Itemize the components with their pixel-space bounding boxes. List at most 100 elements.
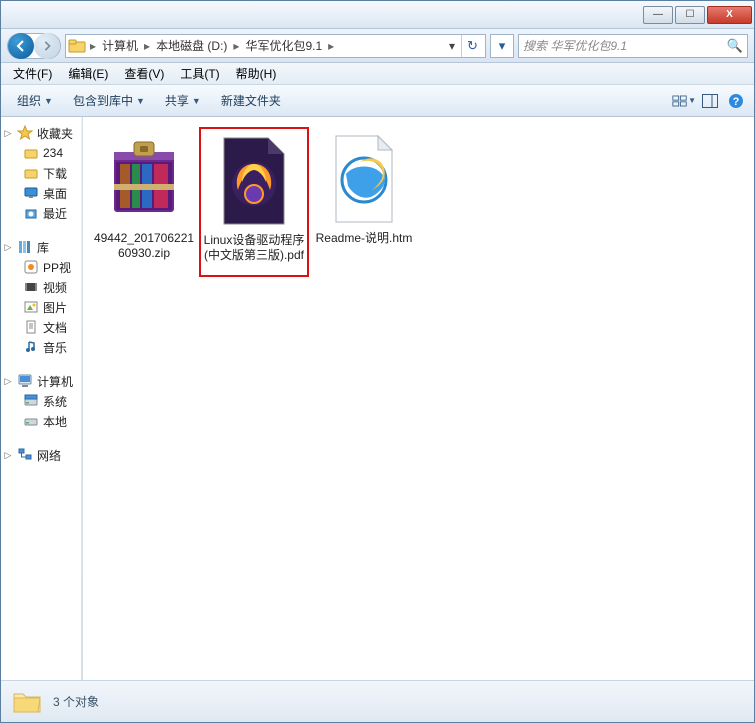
pdf-icon xyxy=(206,133,302,229)
sidebar-item[interactable]: 图片 xyxy=(1,297,82,317)
refresh-button[interactable]: ↻ xyxy=(461,35,483,57)
star-icon xyxy=(17,125,33,141)
sidebar-network-header[interactable]: ▷ 网络 xyxy=(1,445,82,465)
sidebar-item[interactable]: PP视 xyxy=(1,257,82,277)
file-item-pdf[interactable]: Linux设备驱动程序(中文版第三版).pdf xyxy=(199,127,309,277)
preview-pane-button[interactable] xyxy=(698,90,722,112)
breadcrumb-sep-icon: ▸ xyxy=(88,39,98,53)
sidebar-item-label: 图片 xyxy=(43,299,67,316)
sidebar-item-label: 文档 xyxy=(43,319,67,336)
chevron-down-icon: ▼ xyxy=(136,96,145,106)
sidebar: ▷ 收藏夹 234 下载 桌面 最近 ▷ 库 PP视 视频 xyxy=(1,117,83,680)
menu-view[interactable]: 查看(V) xyxy=(116,63,172,84)
htm-icon xyxy=(316,131,412,227)
maximize-button[interactable]: ☐ xyxy=(675,6,705,24)
close-button[interactable]: X xyxy=(707,6,752,24)
file-area[interactable]: 49442_20170622160930.zip Linux设备驱动程序(中文版 xyxy=(83,117,754,680)
title-bar: — ☐ X xyxy=(1,1,754,29)
toolbar-include-label: 包含到库中 xyxy=(73,92,133,109)
menu-bar: 文件(F) 编辑(E) 查看(V) 工具(T) 帮助(H) xyxy=(1,63,754,85)
sidebar-item[interactable]: 234 xyxy=(1,143,82,163)
file-name: Linux设备驱动程序(中文版第三版).pdf xyxy=(203,233,305,263)
sidebar-item-label: 最近 xyxy=(43,205,67,222)
sidebar-item[interactable]: 最近 xyxy=(1,203,82,223)
sidebar-item[interactable]: 视频 xyxy=(1,277,82,297)
sidebar-libraries-header[interactable]: ▷ 库 xyxy=(1,237,82,257)
toolbar-share[interactable]: 共享 ▼ xyxy=(155,88,211,113)
forward-button[interactable] xyxy=(34,33,60,59)
sidebar-item-label: 音乐 xyxy=(43,339,67,356)
sidebar-group-favorites: ▷ 收藏夹 234 下载 桌面 最近 xyxy=(1,123,82,223)
menu-file[interactable]: 文件(F) xyxy=(5,63,60,84)
breadcrumb-sep-icon: ▸ xyxy=(142,39,152,53)
sidebar-item-label: 系统 xyxy=(43,393,67,410)
sidebar-item-label: 视频 xyxy=(43,279,67,296)
explorer-window: — ☐ X ▸ 计算机 ▸ 本地磁盘 (D:) ▸ 华军优化包9.1 ▸ ▾ xyxy=(0,0,755,723)
toolbar-organize-label: 组织 xyxy=(17,92,41,109)
sidebar-item[interactable]: 文档 xyxy=(1,317,82,337)
breadcrumb-seg-drive[interactable]: 本地磁盘 (D:) xyxy=(152,35,231,57)
collapse-icon: ▷ xyxy=(3,242,13,253)
sidebar-group-libraries: ▷ 库 PP视 视频 图片 文档 音乐 xyxy=(1,237,82,357)
app-icon xyxy=(23,259,39,275)
sidebar-group-network: ▷ 网络 xyxy=(1,445,82,465)
menu-edit[interactable]: 编辑(E) xyxy=(60,63,116,84)
breadcrumb-seg-computer[interactable]: 计算机 xyxy=(98,35,142,57)
breadcrumb-sep-icon: ▸ xyxy=(326,39,336,53)
toolbar-include[interactable]: 包含到库中 ▼ xyxy=(63,88,155,113)
zip-icon xyxy=(96,131,192,227)
collapse-icon: ▷ xyxy=(3,450,13,461)
minimize-button[interactable]: — xyxy=(643,6,673,24)
network-icon xyxy=(17,447,33,463)
menu-tools[interactable]: 工具(T) xyxy=(172,63,227,84)
file-item-htm[interactable]: Readme-说明.htm xyxy=(309,127,419,277)
menu-help[interactable]: 帮助(H) xyxy=(228,63,285,84)
sidebar-item[interactable]: 桌面 xyxy=(1,183,82,203)
address-bar: ▸ 计算机 ▸ 本地磁盘 (D:) ▸ 华军优化包9.1 ▸ ▾ ↻ ▾ 搜索 … xyxy=(1,29,754,63)
breadcrumb-bar[interactable]: ▸ 计算机 ▸ 本地磁盘 (D:) ▸ 华军优化包9.1 ▸ ▾ ↻ xyxy=(65,34,486,58)
status-text: 3 个对象 xyxy=(53,693,99,710)
sidebar-item[interactable]: 本地 xyxy=(1,411,82,431)
music-icon xyxy=(23,339,39,355)
collapse-icon: ▷ xyxy=(3,128,13,139)
toolbar-newfolder[interactable]: 新建文件夹 xyxy=(211,88,291,113)
help-button[interactable]: ? xyxy=(724,90,748,112)
sidebar-favorites-header[interactable]: ▷ 收藏夹 xyxy=(1,123,82,143)
sidebar-computer-header[interactable]: ▷ 计算机 xyxy=(1,371,82,391)
breadcrumb-dropdown-icon[interactable]: ▾ xyxy=(443,39,461,53)
sidebar-libraries-label: 库 xyxy=(37,239,49,256)
view-options-button[interactable]: ▼ xyxy=(672,90,696,112)
search-icon[interactable]: 🔍 xyxy=(727,38,743,54)
svg-text:?: ? xyxy=(733,96,740,108)
video-icon xyxy=(23,279,39,295)
nav-buttons xyxy=(7,33,61,59)
drive-icon xyxy=(23,393,39,409)
body: ▷ 收藏夹 234 下载 桌面 最近 ▷ 库 PP视 视频 xyxy=(1,117,754,680)
picture-icon xyxy=(23,299,39,315)
file-item-zip[interactable]: 49442_20170622160930.zip xyxy=(89,127,199,277)
breadcrumb-seg-folder[interactable]: 华军优化包9.1 xyxy=(241,35,326,57)
sidebar-item-label: 下载 xyxy=(43,165,67,182)
sidebar-item[interactable]: 音乐 xyxy=(1,337,82,357)
toolbar-organize[interactable]: 组织 ▼ xyxy=(7,88,63,113)
folder-icon xyxy=(68,37,86,55)
sidebar-favorites-label: 收藏夹 xyxy=(37,125,73,142)
search-placeholder: 搜索 华军优化包9.1 xyxy=(523,37,627,54)
computer-icon xyxy=(17,373,33,389)
sidebar-network-label: 网络 xyxy=(37,447,61,464)
folder-icon xyxy=(23,145,39,161)
download-icon xyxy=(23,165,39,181)
toolbar-share-label: 共享 xyxy=(165,92,189,109)
sidebar-item[interactable]: 下载 xyxy=(1,163,82,183)
desktop-icon xyxy=(23,185,39,201)
chevron-down-icon: ▼ xyxy=(192,96,201,106)
history-dropdown-button[interactable]: ▾ xyxy=(490,34,514,58)
chevron-down-icon: ▼ xyxy=(44,96,53,106)
back-button[interactable] xyxy=(8,33,34,59)
folder-icon xyxy=(11,686,43,718)
file-name: 49442_20170622160930.zip xyxy=(91,231,197,261)
sidebar-item[interactable]: 系统 xyxy=(1,391,82,411)
recent-icon xyxy=(23,205,39,221)
search-input[interactable]: 搜索 华军优化包9.1 🔍 xyxy=(518,34,748,58)
toolbar: 组织 ▼ 包含到库中 ▼ 共享 ▼ 新建文件夹 ▼ ? xyxy=(1,85,754,117)
